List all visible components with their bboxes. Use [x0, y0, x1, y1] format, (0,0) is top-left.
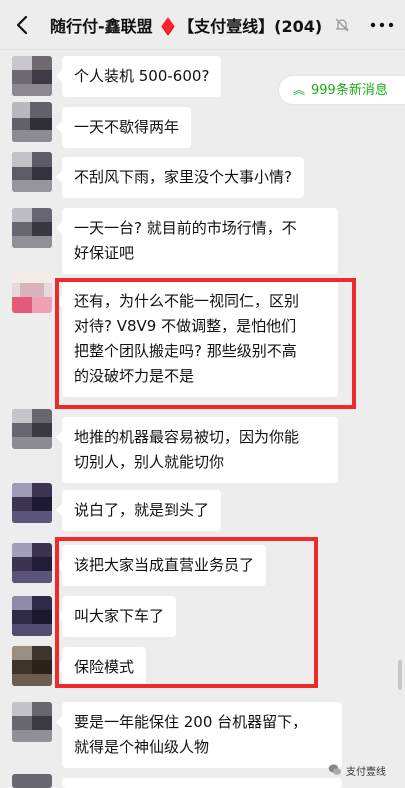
- message-text-line: 要是一年能保住 200 台机器留下，: [74, 713, 308, 731]
- message-bubble: 个人装机 500-600?: [55, 56, 222, 97]
- more-dots-icon[interactable]: [370, 22, 394, 28]
- watermark: 支付壹线: [328, 760, 386, 780]
- new-messages-button[interactable]: ︽ 999条新消息: [279, 76, 405, 104]
- avatar[interactable]: [12, 483, 52, 523]
- double-chevron-up-icon: ︽: [293, 83, 306, 97]
- message-text-line: 的没破坏力是不是: [74, 367, 195, 385]
- message-bubble: [62, 778, 342, 788]
- message-text-line: 地推的机器最容易被切，因为你能: [74, 428, 300, 446]
- message-bubble: 叫大家下车了: [55, 596, 177, 637]
- message-text-line: 还有，为什么不能一视同仁，区别: [74, 292, 300, 310]
- avatar[interactable]: [12, 646, 52, 686]
- message-bubble: 要是一年能保住 200 台机器留下， 就得是个神仙级人物: [56, 702, 342, 768]
- chat-header: 随行付-鑫联盟 ♦️【支付壹线】(204): [0, 0, 405, 50]
- message-text: 个人装机 500-600?: [74, 67, 210, 85]
- avatar[interactable]: [12, 102, 52, 142]
- message-text: 不刮风下雨，家里没个大事小情?: [74, 168, 292, 186]
- message-bubble: 地推的机器最容易被切，因为你能 切别人，别人就能切你: [56, 417, 338, 483]
- avatar[interactable]: [12, 56, 52, 96]
- message-bubble: 保险模式: [55, 647, 147, 688]
- scrollbar[interactable]: [398, 660, 402, 690]
- message-text-line: 好保证吧: [74, 244, 135, 262]
- avatar[interactable]: [12, 543, 52, 583]
- message-bubble: 说白了，就是到头了: [55, 490, 222, 531]
- message-text: 保险模式: [74, 658, 135, 676]
- message-text-line: 一天一台? 就目前的市场行情，不: [74, 219, 297, 237]
- new-messages-label: 999条新消息: [311, 83, 388, 98]
- watermark-label: 支付壹线: [346, 766, 386, 778]
- back-arrow-icon[interactable]: [12, 14, 34, 36]
- avatar[interactable]: [12, 208, 52, 248]
- message-bubble: 该把大家当成直营业务员了: [55, 545, 267, 586]
- message-bubble: 不刮风下雨，家里没个大事小情?: [56, 157, 304, 198]
- message-text-line: 就得是个神仙级人物: [74, 738, 210, 756]
- avatar[interactable]: [12, 596, 52, 636]
- message-bubble: 一天一台? 就目前的市场行情，不 好保证吧: [56, 208, 338, 274]
- message-text-line: 对待? V8V9 不做调整，是怕他们: [74, 317, 297, 335]
- chat-title: 随行付-鑫联盟 ♦️【支付壹线】(204): [50, 17, 323, 36]
- avatar[interactable]: [12, 774, 52, 788]
- message-text-line: 把整个团队搬走吗? 那些级别不高: [74, 342, 297, 360]
- mute-bell-icon: [335, 18, 349, 32]
- message-text-line: 切别人，别人就能切你: [74, 453, 225, 471]
- message-list: 个人装机 500-600? 一天不歇得两年 不刮风下雨，家里没个大事小情? 一天…: [0, 50, 405, 788]
- message-text: 该把大家当成直营业务员了: [74, 556, 255, 574]
- wechat-logo-icon: [328, 764, 341, 775]
- avatar[interactable]: [12, 273, 52, 313]
- message-bubble: 还有，为什么不能一视同仁，区别 对待? V8V9 不做调整，是怕他们 把整个团队…: [56, 281, 338, 397]
- message-bubble: 一天不歇得两年: [55, 107, 192, 148]
- avatar[interactable]: [12, 409, 52, 449]
- avatar[interactable]: [12, 152, 52, 192]
- message-text: 一天不歇得两年: [74, 118, 180, 136]
- message-text: 说白了，就是到头了: [74, 501, 210, 519]
- avatar[interactable]: [12, 702, 52, 742]
- message-text: 叫大家下车了: [74, 607, 165, 625]
